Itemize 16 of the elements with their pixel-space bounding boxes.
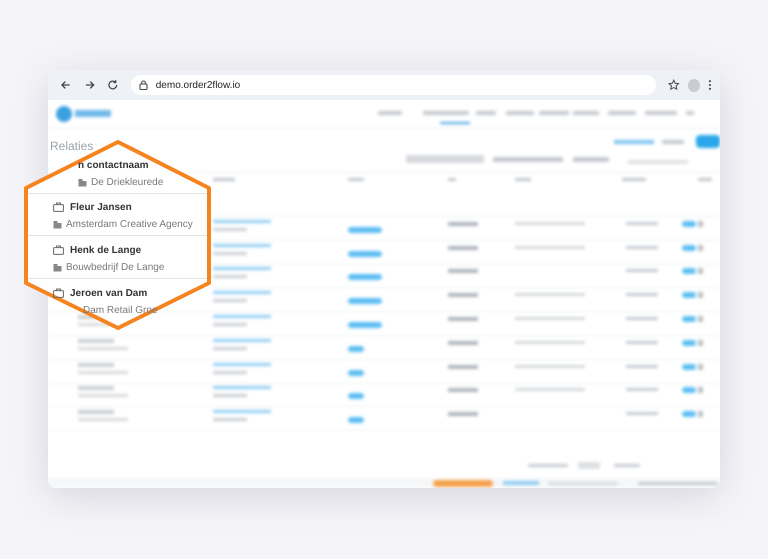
lock-icon	[138, 80, 148, 90]
company-name: Bouwbedrijf De Lange	[66, 260, 164, 274]
contact-name: Fleur Jansen	[70, 200, 132, 214]
address-bar[interactable]: demo.order2flow.io	[130, 75, 656, 95]
contact-name: n contactnaam	[78, 158, 149, 172]
star-icon[interactable]	[668, 79, 680, 91]
company-name: Amsterdam Creative Agency	[66, 218, 193, 232]
contact-name: Henk de Lange	[70, 244, 142, 258]
back-icon[interactable]	[60, 79, 72, 91]
contact-name: Jeroen van Dam	[70, 286, 148, 300]
reload-icon[interactable]	[107, 79, 119, 91]
url-text: demo.order2flow.io	[156, 78, 240, 92]
company-name: De Driekleurede	[91, 176, 164, 190]
menu-icon[interactable]	[708, 79, 712, 91]
forward-icon[interactable]	[84, 79, 96, 91]
page-title: Relaties	[50, 138, 94, 155]
